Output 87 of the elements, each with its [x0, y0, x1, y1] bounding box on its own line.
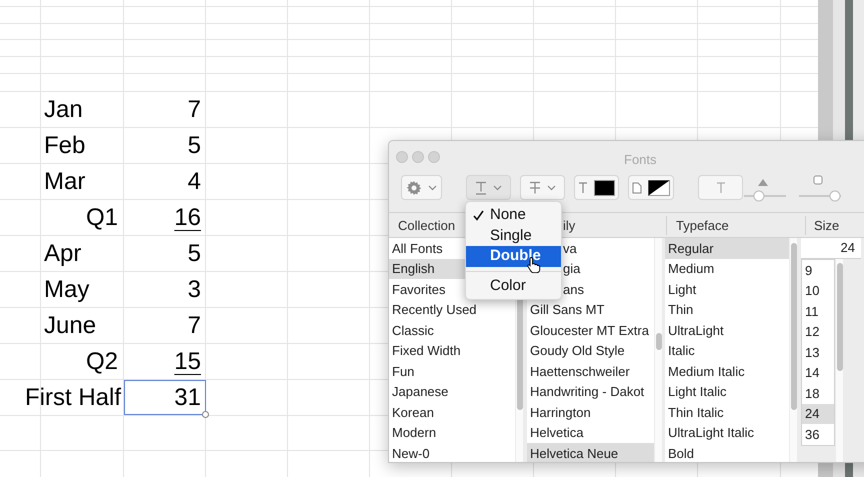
table-cell[interactable]: 5: [124, 128, 206, 163]
collection-item[interactable]: Recently Used: [389, 300, 515, 320]
cell-text: Q2: [86, 350, 118, 374]
table-cell[interactable]: 7: [124, 92, 206, 127]
typeface-item[interactable]: Medium Italic: [665, 361, 789, 382]
size-item[interactable]: 36: [802, 424, 834, 444]
strikethrough-button[interactable]: [520, 175, 565, 200]
cell-text: Jan: [44, 98, 83, 122]
cell-text: Feb: [44, 134, 86, 158]
typeface-item[interactable]: Regular: [665, 238, 789, 258]
text-icon: [714, 181, 726, 194]
size-item[interactable]: 10: [802, 280, 834, 301]
document-icon: [632, 182, 642, 194]
font-family-item[interactable]: Harrington: [527, 402, 654, 422]
menu-item[interactable]: None: [466, 205, 561, 226]
font-family-item[interactable]: Goudy Old Style: [527, 340, 654, 361]
zoom-button[interactable]: [428, 151, 440, 163]
typeface-item[interactable]: Bold: [665, 443, 789, 462]
font-family-item[interactable]: Helvetica: [527, 422, 654, 443]
typeface-item[interactable]: Light Italic: [665, 382, 789, 402]
underline-icon: [475, 180, 487, 194]
collection-item[interactable]: Classic: [389, 320, 515, 340]
table-cell[interactable]: 31: [124, 380, 206, 415]
size-item[interactable]: 13: [802, 342, 834, 362]
collection-item[interactable]: Fixed Width: [389, 340, 515, 361]
table-cell[interactable]: 4: [124, 164, 206, 199]
size-item[interactable]: 9: [802, 260, 834, 280]
collection-item[interactable]: Fun: [389, 361, 515, 382]
menu-item[interactable]: Single: [466, 226, 561, 246]
typeface-item[interactable]: Medium: [665, 258, 789, 279]
chevron-icon: [428, 184, 437, 190]
cell-text: Q1: [86, 206, 118, 230]
window-title: Fonts: [624, 151, 657, 169]
typeface-item[interactable]: Thin Italic: [665, 402, 789, 422]
collection-item[interactable]: Japanese: [389, 382, 515, 402]
font-family-item[interactable]: Haettenschweiler: [527, 361, 654, 382]
text-color-button[interactable]: [574, 175, 619, 200]
size-field[interactable]: 24: [801, 238, 861, 259]
font-family-item[interactable]: Gloucester MT Extra: [527, 320, 654, 340]
menu-item[interactable]: Double: [466, 246, 561, 266]
table-cell[interactable]: 16: [124, 200, 206, 235]
fill-handle[interactable]: [202, 411, 209, 418]
table-cell[interactable]: 3: [124, 272, 206, 307]
color-swatch: [594, 180, 615, 196]
checkmark-icon: [473, 210, 484, 221]
size-item[interactable]: 12: [802, 322, 834, 342]
cell-text: May: [44, 278, 90, 302]
settings-button[interactable]: [401, 175, 442, 200]
table-cell[interactable]: 15: [124, 344, 206, 379]
underline-button[interactable]: [466, 175, 511, 200]
cell-text: Apr: [44, 242, 82, 266]
size-item[interactable]: 11: [802, 301, 834, 322]
typeface-item[interactable]: Light: [665, 279, 789, 300]
minimize-button[interactable]: [412, 151, 424, 163]
strikethrough-icon: [529, 180, 541, 194]
collection-item[interactable]: Korean: [389, 402, 515, 422]
chevron-icon: [493, 184, 502, 190]
table-cell[interactable]: 7: [124, 308, 206, 343]
collection-item[interactable]: New-0: [389, 443, 515, 462]
typeface-item[interactable]: UltraLight: [665, 320, 789, 340]
typeface-item[interactable]: Italic: [665, 340, 789, 361]
collection-item[interactable]: Modern: [389, 422, 515, 443]
chevron-icon: [547, 184, 556, 190]
scrollbar-thumb[interactable]: [836, 263, 842, 371]
cell-text: Mar: [44, 170, 86, 194]
font-family-item[interactable]: Helvetica Neue: [527, 443, 654, 462]
size-item[interactable]: 14: [802, 362, 834, 383]
scrollbar-thumb[interactable]: [790, 243, 796, 410]
typeface-item[interactable]: UltraLight Italic: [665, 422, 789, 443]
table-cell[interactable]: 5: [124, 236, 206, 271]
column-header[interactable]: Typeface: [667, 216, 806, 236]
font-family-item[interactable]: Gill Sans MT: [527, 300, 654, 320]
text-shadow-button[interactable]: [698, 175, 743, 200]
settings-icon: [406, 180, 422, 196]
document-color-button[interactable]: [628, 175, 674, 200]
cell-text: June: [44, 314, 96, 338]
column-header[interactable]: ily: [563, 216, 667, 236]
close-button[interactable]: [396, 151, 408, 163]
font-family-item[interactable]: Handwriting - Dakot: [527, 382, 654, 402]
scrollbar-thumb[interactable]: [656, 333, 662, 350]
text-icon: [578, 182, 588, 194]
size-item[interactable]: 18: [802, 383, 834, 404]
color-swatch: [648, 180, 670, 196]
column-header[interactable]: Size: [806, 216, 840, 236]
cell-text: First Half: [25, 386, 121, 410]
typeface-item[interactable]: Thin: [665, 300, 789, 320]
size-item[interactable]: 24: [802, 404, 834, 424]
